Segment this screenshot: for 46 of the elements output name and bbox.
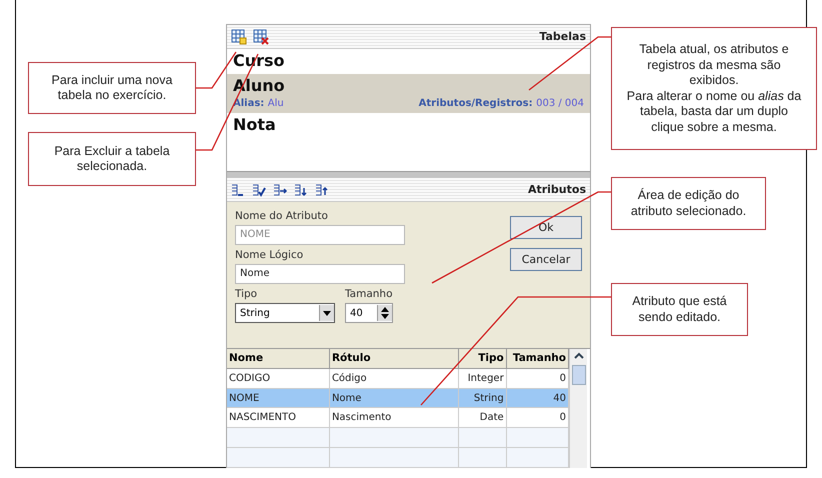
spin-field[interactable]: 40: [345, 303, 393, 323]
callout-text: Para Excluir a tabela selecionada.: [53, 144, 171, 174]
field-label: Tamanho: [345, 288, 393, 301]
column-header[interactable]: Rótulo: [329, 349, 458, 368]
table-cell: CODIGO: [227, 368, 330, 388]
count-label: Atributos/Registros:: [418, 98, 533, 109]
table-delete-icon[interactable]: [253, 28, 269, 44]
column-up-icon[interactable]: [315, 182, 330, 196]
column-insert-icon[interactable]: [273, 182, 288, 196]
table-cell: 40: [506, 388, 568, 408]
table-item[interactable]: Nota: [227, 113, 590, 138]
scroll-thumb[interactable]: [572, 365, 586, 385]
callout-text: Tabela atual, os atributos e registros da mesma são exibidos.: [638, 42, 790, 88]
count-value: 003 / 004: [536, 98, 584, 109]
column-check-icon[interactable]: [252, 182, 267, 196]
table-cell: String: [458, 388, 506, 408]
table-add-icon[interactable]: [231, 28, 247, 44]
table-cell: Integer: [458, 368, 506, 388]
dropdown-arrow-icon[interactable]: [323, 310, 331, 316]
table-cell: NOME: [227, 388, 330, 408]
panel-title: Tabelas: [539, 30, 586, 43]
column-header[interactable]: Nome: [227, 349, 330, 368]
spin-arrows-icon[interactable]: [381, 307, 389, 319]
column-add-icon[interactable]: [231, 182, 246, 196]
table-cell: Código: [329, 368, 458, 388]
grid-row[interactable]: CODIGO Código Integer 0: [227, 368, 568, 388]
table-name: Nota: [233, 114, 277, 136]
column-header[interactable]: Tamanho: [506, 349, 568, 368]
text-field[interactable]: Nome: [235, 264, 405, 284]
cancel-button[interactable]: Cancelar: [510, 248, 582, 271]
callout-text: Atributo que está sendo editado.: [631, 294, 728, 325]
alias-value: Alu: [268, 98, 284, 109]
column-down-icon[interactable]: [294, 182, 309, 196]
callout-text: Para alterar o nome ou alias da tabela, basta dar um duplo clique sobre a mesma.: [626, 88, 802, 135]
panel-title: Atributos: [528, 183, 586, 196]
field-label: Nome do Atributo: [235, 210, 329, 223]
table-cell: Nome: [329, 388, 458, 408]
scrollbar[interactable]: [569, 349, 587, 468]
ok-button[interactable]: Ok: [510, 216, 582, 239]
column-header[interactable]: Tipo: [458, 349, 506, 368]
field-label: Tipo: [235, 288, 258, 301]
callout-text: Área de edição do atributo selecionado.: [630, 188, 748, 219]
dropdown[interactable]: String: [235, 303, 335, 323]
grid-row[interactable]: NOME Nome String 40: [227, 388, 568, 408]
callout-text: Para incluir uma nova tabela no exercício.: [50, 72, 174, 104]
field-label: Nome Lógico: [235, 249, 304, 262]
